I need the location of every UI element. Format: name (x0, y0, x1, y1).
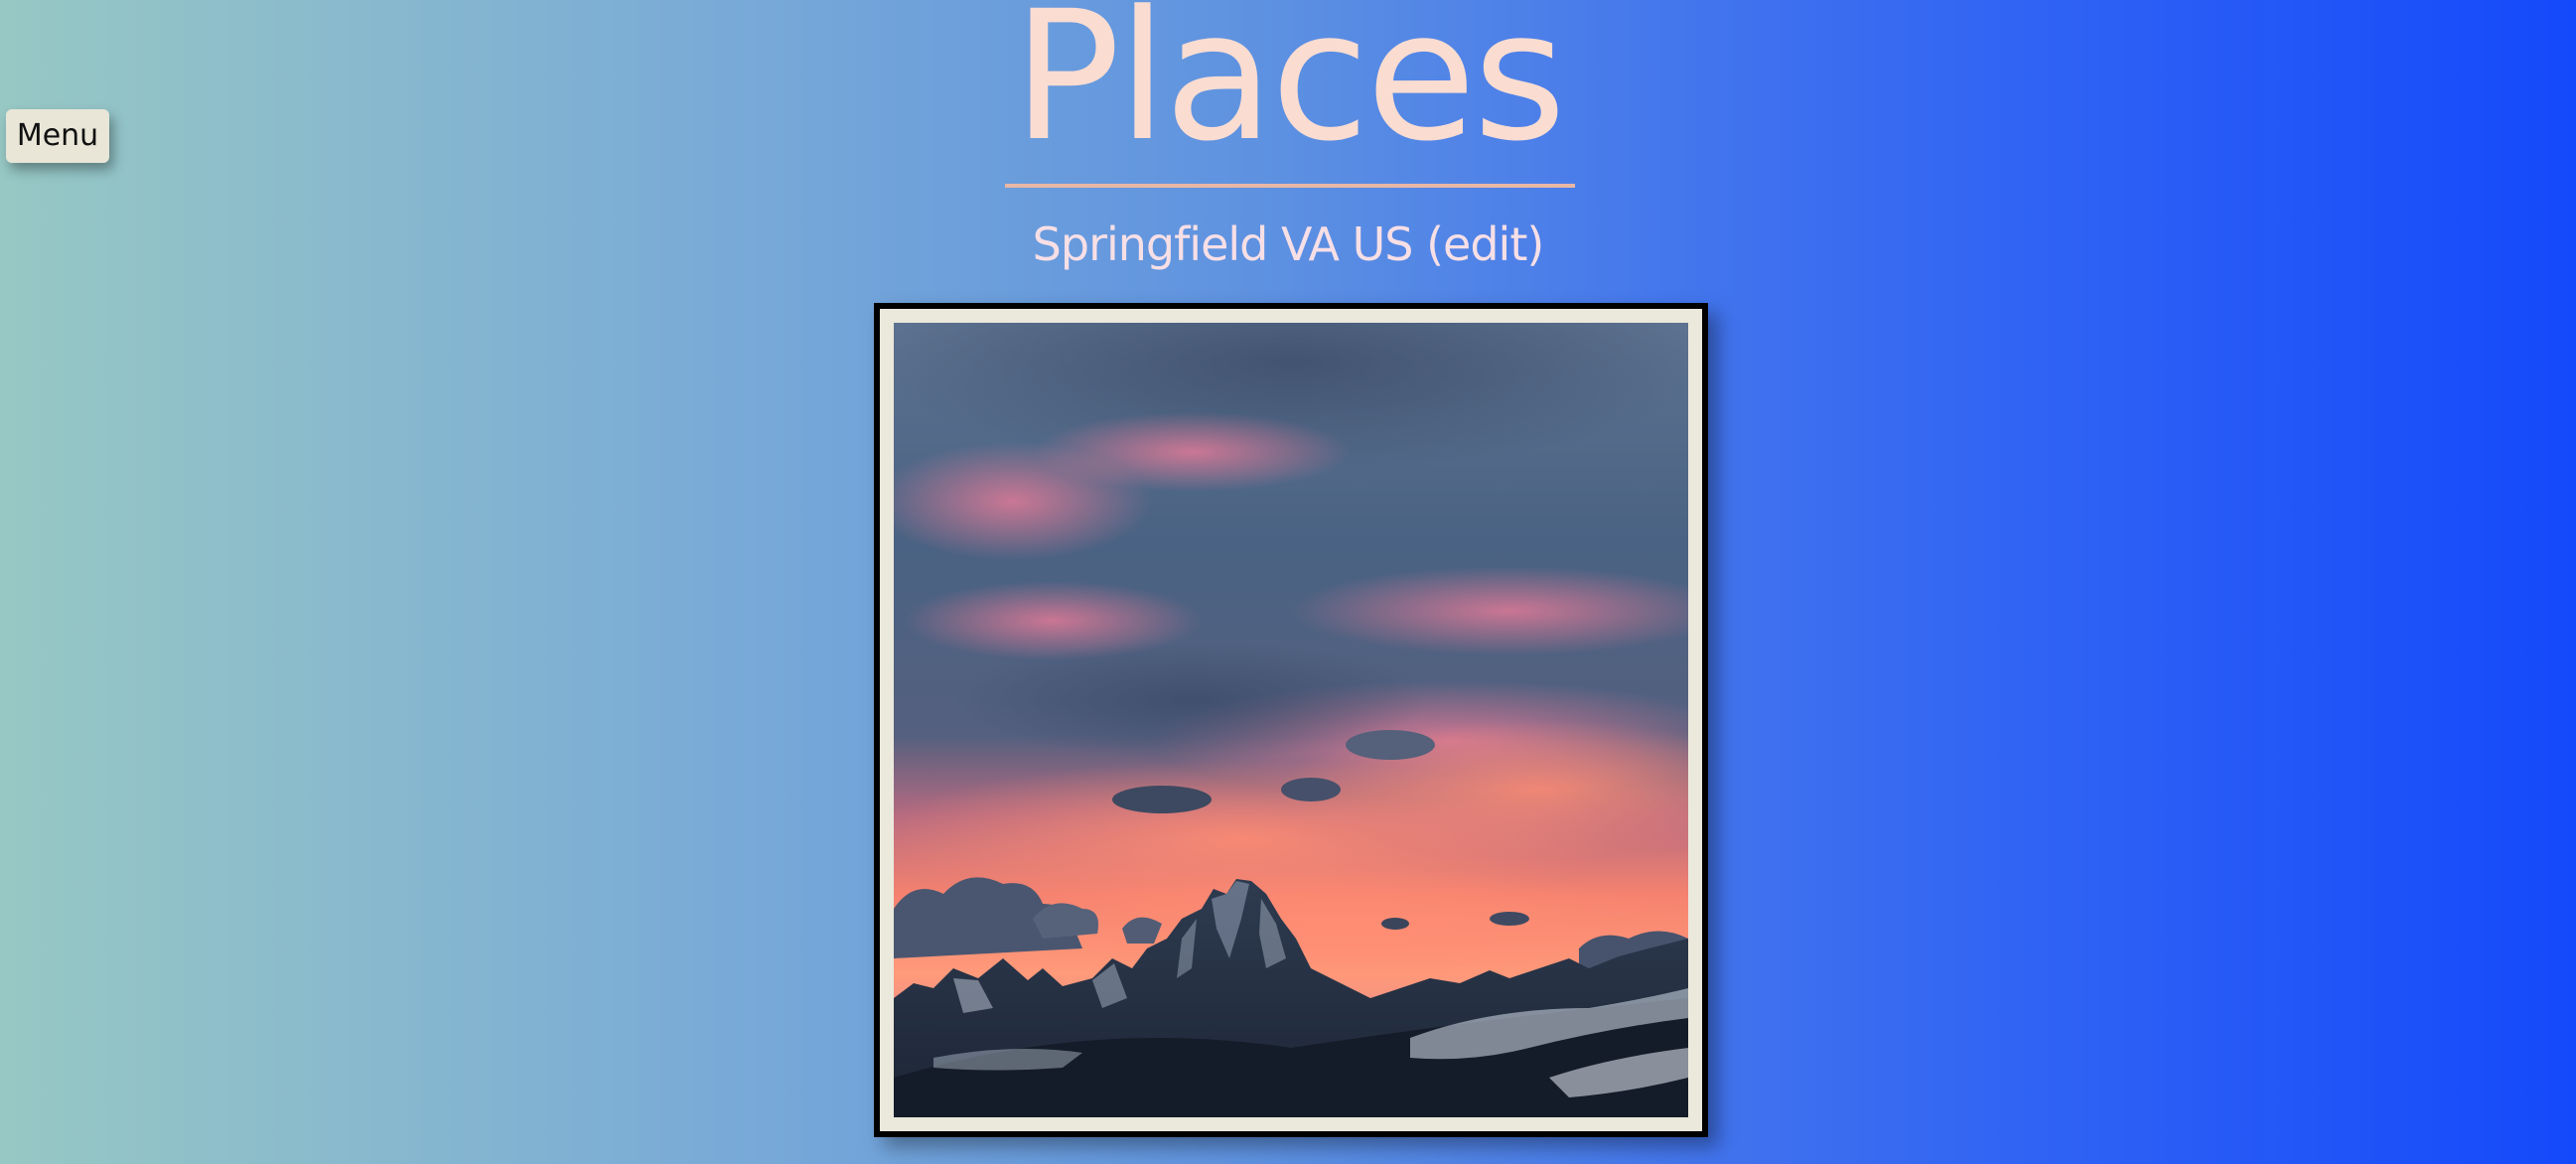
location-name: Springfield VA US (1032, 218, 1414, 271)
mountain-sunset-photo (894, 323, 1688, 1117)
title-underline (1005, 184, 1575, 188)
photo-frame (874, 303, 1708, 1137)
edit-location-link[interactable]: (edit) (1426, 218, 1544, 271)
page-title: Places (1012, 0, 1566, 181)
location-heading: Springfield VA US (edit) (0, 217, 2576, 272)
